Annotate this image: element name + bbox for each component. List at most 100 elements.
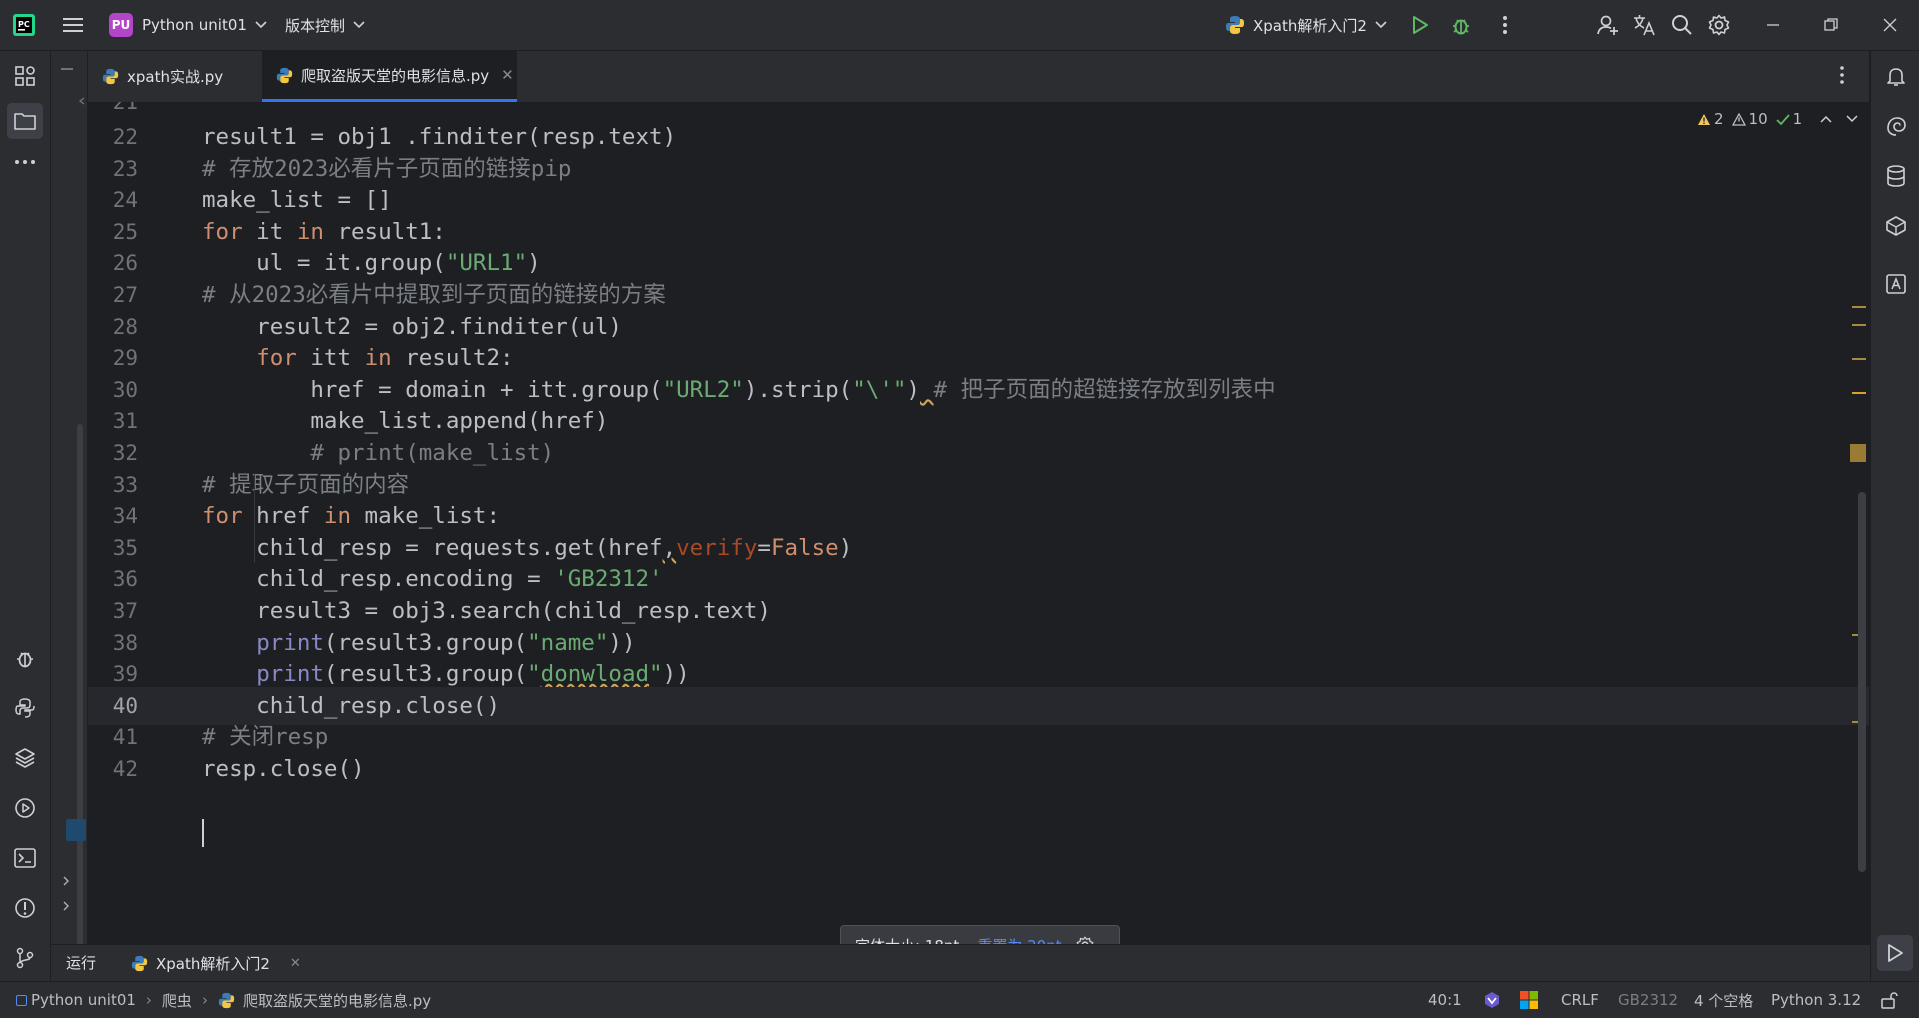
tab-xpath-practice[interactable]: xpath实战.py: [102, 51, 272, 102]
python-file-icon: [276, 67, 293, 83]
project-folder-icon[interactable]: [7, 103, 43, 139]
selected-tree-item[interactable]: [66, 819, 86, 841]
tab-label: xpath实战.py: [127, 68, 224, 86]
project-name: Python unit01: [142, 16, 247, 34]
code-editor[interactable]: 21 22 result1 = obj1 .finditer(resp.text)…: [88, 102, 1869, 944]
left-tool-strip: [0, 51, 51, 981]
settings-icon[interactable]: [1707, 13, 1731, 37]
close-icon[interactable]: [1878, 13, 1902, 37]
restore-icon[interactable]: [1819, 13, 1843, 37]
notifications-icon[interactable]: [1883, 63, 1909, 89]
panel-minimize-icon[interactable]: [61, 68, 73, 70]
chevron-right-icon: ›: [201, 991, 208, 1009]
ok-count: 1: [1792, 110, 1803, 128]
sciview-icon[interactable]: [1883, 213, 1909, 239]
check-icon: [1776, 113, 1790, 125]
indent-setting[interactable]: 4 个空格: [1694, 982, 1753, 1018]
warning-icon: [1698, 113, 1710, 125]
translate-icon[interactable]: [1632, 13, 1656, 37]
line-number: 42: [112, 757, 138, 781]
run-tab[interactable]: Xpath解析入门2 ✕: [131, 945, 301, 982]
run-icon[interactable]: [1408, 13, 1432, 37]
error-stripe-mark[interactable]: [1852, 392, 1866, 394]
title-bar: PC PU Python unit01 版本控制 Xpath解析入门2: [0, 0, 1919, 51]
tab-options-icon[interactable]: [1839, 65, 1845, 85]
run-tool-window-header: 运行 Xpath解析入门2 ✕: [51, 944, 1870, 982]
warning-count-strong[interactable]: 2: [1697, 110, 1724, 128]
svg-text:PC: PC: [18, 20, 30, 29]
chevron-right-icon[interactable]: [61, 876, 71, 886]
run-label[interactable]: 运行: [66, 945, 96, 982]
line-separator[interactable]: CRLF: [1561, 982, 1599, 1018]
weak-warning-icon: [1731, 112, 1746, 126]
problems-icon[interactable]: [12, 895, 38, 921]
copilot-icon[interactable]: [1482, 982, 1502, 1018]
structure-icon[interactable]: [12, 63, 38, 89]
pycharm-logo-icon: PC: [12, 13, 36, 37]
file-encoding[interactable]: GB2312: [1618, 982, 1678, 1018]
right-tool-strip: [1870, 51, 1919, 981]
debug-icon[interactable]: [1449, 13, 1473, 37]
error-stripe-mark[interactable]: [1852, 324, 1866, 326]
database-icon[interactable]: [1883, 163, 1909, 189]
panel-scrollbar[interactable]: [77, 424, 83, 984]
run-tab-label: Xpath解析入门2: [156, 955, 270, 973]
breadcrumb-project[interactable]: Python unit01: [31, 991, 136, 1009]
warning-count-weak[interactable]: 10: [1731, 110, 1768, 128]
terminal-icon[interactable]: [12, 845, 38, 871]
tab-close-icon[interactable]: ✕: [501, 66, 514, 84]
editor-scrollbar-thumb[interactable]: [1858, 492, 1866, 872]
breadcrumb-file[interactable]: 爬取盗版天堂的电影信息.py: [243, 990, 431, 1011]
python-interpreter[interactable]: Python 3.12: [1771, 982, 1861, 1018]
chevron-icon: [78, 97, 86, 105]
typo-count[interactable]: 1: [1776, 110, 1803, 128]
vcs-menu[interactable]: 版本控制: [285, 0, 365, 50]
git-icon[interactable]: [12, 945, 38, 971]
close-icon[interactable]: ✕: [290, 956, 301, 971]
breadcrumb-folder[interactable]: 爬虫: [162, 990, 192, 1011]
caret-position[interactable]: 40:1: [1428, 982, 1462, 1018]
chevron-down-icon: [353, 21, 365, 29]
windows-icon[interactable]: [1520, 982, 1538, 1018]
python-console-icon[interactable]: [12, 695, 38, 721]
layers-icon[interactable]: [12, 745, 38, 771]
chevron-up-icon[interactable]: [1820, 115, 1832, 123]
module-icon: [16, 994, 27, 1006]
chevron-down-icon: [255, 21, 267, 29]
ai-assistant-icon[interactable]: [1883, 113, 1909, 139]
debug-tool-icon[interactable]: [12, 645, 38, 671]
python-file-icon: [102, 68, 119, 85]
minimize-icon[interactable]: [1761, 13, 1785, 37]
read-only-toggle-icon[interactable]: [1880, 982, 1898, 1018]
project-panel-collapsed: [51, 51, 88, 984]
tab-movie-scraper[interactable]: 爬取盗版天堂的电影信息.py ✕: [262, 51, 517, 102]
services-icon[interactable]: [12, 795, 38, 821]
vcs-menu-label: 版本控制: [285, 16, 346, 35]
search-icon[interactable]: [1670, 13, 1694, 37]
editor-tab-bar: xpath实战.py 爬取盗版天堂的电影信息.py ✕: [88, 51, 1869, 103]
indent-guide: [254, 473, 255, 563]
code-line[interactable]: 42 resp.close(): [88, 750, 1869, 788]
translation-panel-icon[interactable]: [1883, 271, 1909, 297]
project-switcher[interactable]: PU Python unit01: [109, 0, 267, 50]
error-stripe-mark[interactable]: [1852, 358, 1866, 360]
error-stripe-mark[interactable]: [1850, 444, 1866, 462]
inspection-widget[interactable]: 2 10 1: [1697, 106, 1858, 132]
python-file-icon: [218, 992, 235, 1008]
more-horiz-icon[interactable]: [12, 149, 38, 175]
chevron-down-icon[interactable]: [1846, 115, 1858, 123]
more-vert-icon[interactable]: [1493, 13, 1517, 37]
warning-count-b: 10: [1748, 110, 1768, 128]
run-panel-icon[interactable]: [1877, 935, 1913, 971]
code-text: resp.close(): [202, 756, 365, 782]
chevron-right-icon[interactable]: [61, 901, 71, 911]
add-user-icon[interactable]: [1596, 13, 1620, 37]
status-bar: Python unit01 › 爬虫 › 爬取盗版天堂的电影信息.py 40:1…: [0, 981, 1919, 1018]
error-stripe-mark[interactable]: [1852, 306, 1866, 308]
tab-label: 爬取盗版天堂的电影信息.py: [301, 66, 490, 85]
hamburger-menu-icon[interactable]: [61, 13, 85, 37]
run-config-label: Xpath解析入门2: [1253, 16, 1367, 35]
text-caret: [202, 819, 204, 847]
warning-count-a: 2: [1714, 110, 1724, 128]
run-config-selector[interactable]: Xpath解析入门2: [1225, 0, 1387, 50]
